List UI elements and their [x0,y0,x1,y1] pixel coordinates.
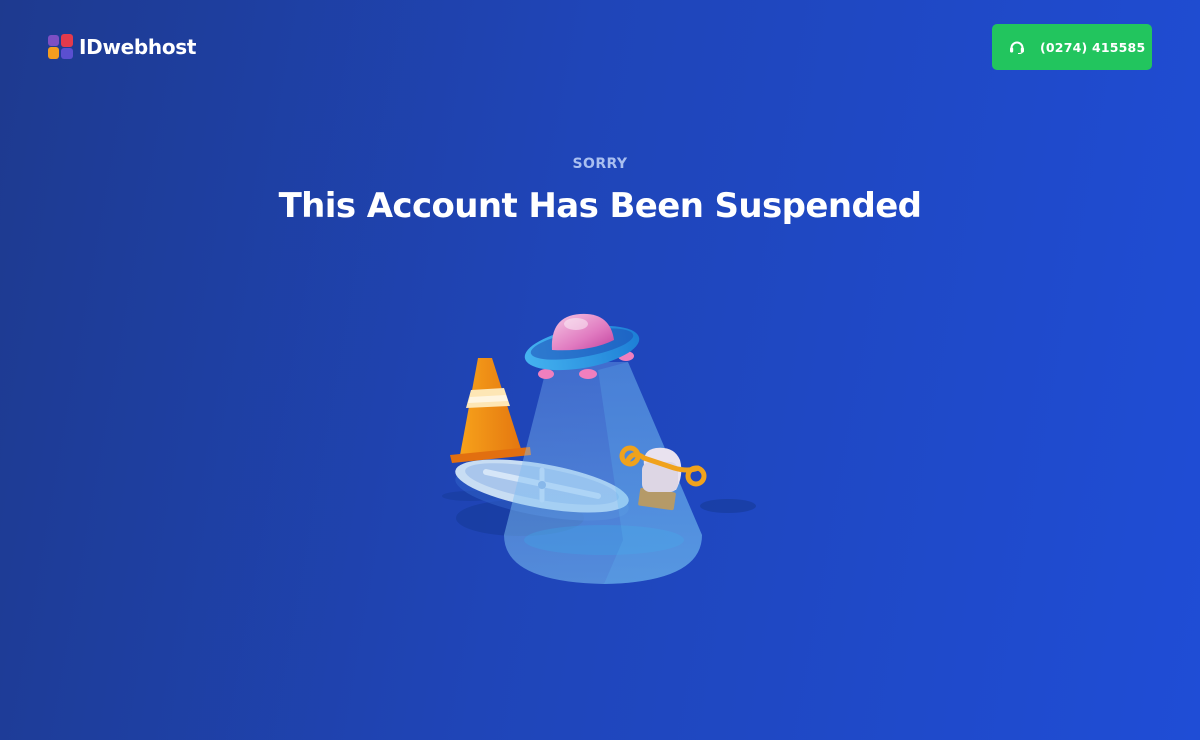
brand-logo[interactable]: IDwebhost [47,34,196,60]
suspended-illustration [430,300,770,600]
headset-icon [1008,38,1026,56]
traffic-cone-icon [450,358,531,463]
call-button-label: (0274) 415585 [1040,39,1146,55]
call-support-button[interactable]: (0274) 415585 [992,24,1152,70]
logo-mark-icon [47,34,74,60]
brand-name: IDwebhost [79,35,197,59]
page-title: This Account Has Been Suspended [278,186,922,226]
header: IDwebhost (0274) 415585 [0,0,1200,94]
sorry-label: SORRY [572,156,628,172]
